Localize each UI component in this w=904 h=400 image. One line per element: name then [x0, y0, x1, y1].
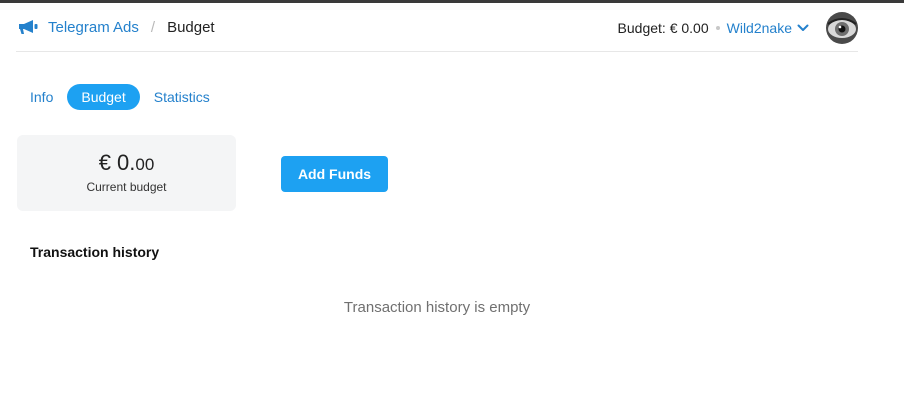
header-budget-status: Budget: € 0.00 [617, 20, 709, 36]
transaction-history-title: Transaction history [30, 244, 160, 260]
tab-bar: Info Budget Statistics [16, 84, 224, 110]
avatar[interactable] [826, 12, 858, 44]
add-funds-button[interactable]: Add Funds [281, 156, 388, 192]
tab-info[interactable]: Info [16, 84, 67, 110]
separator-dot [715, 26, 720, 30]
breadcrumb-current: Budget [167, 19, 215, 36]
budget-amount-cents: 00 [135, 155, 155, 174]
breadcrumb-separator: / [150, 19, 156, 36]
account-area: Budget: € 0.00 Wild2nake [618, 12, 858, 44]
megaphone-icon[interactable] [18, 19, 38, 36]
tab-statistics[interactable]: Statistics [140, 84, 224, 110]
transaction-history-empty: Transaction history is empty [343, 299, 531, 316]
budget-amount: € 0.00 [17, 150, 236, 176]
account-menu-button[interactable]: Wild2nake [727, 20, 792, 36]
breadcrumb: Telegram Ads / Budget [18, 19, 215, 36]
current-budget-card: € 0.00 Current budget [17, 135, 236, 211]
brand-link[interactable]: Telegram Ads [48, 19, 139, 36]
tab-budget[interactable]: Budget [67, 84, 140, 110]
budget-amount-main: € 0. [98, 150, 136, 175]
budget-caption: Current budget [86, 180, 167, 194]
chevron-down-icon[interactable] [797, 24, 809, 32]
top-header: Telegram Ads / Budget Budget: € 0.00 Wil… [16, 3, 858, 52]
